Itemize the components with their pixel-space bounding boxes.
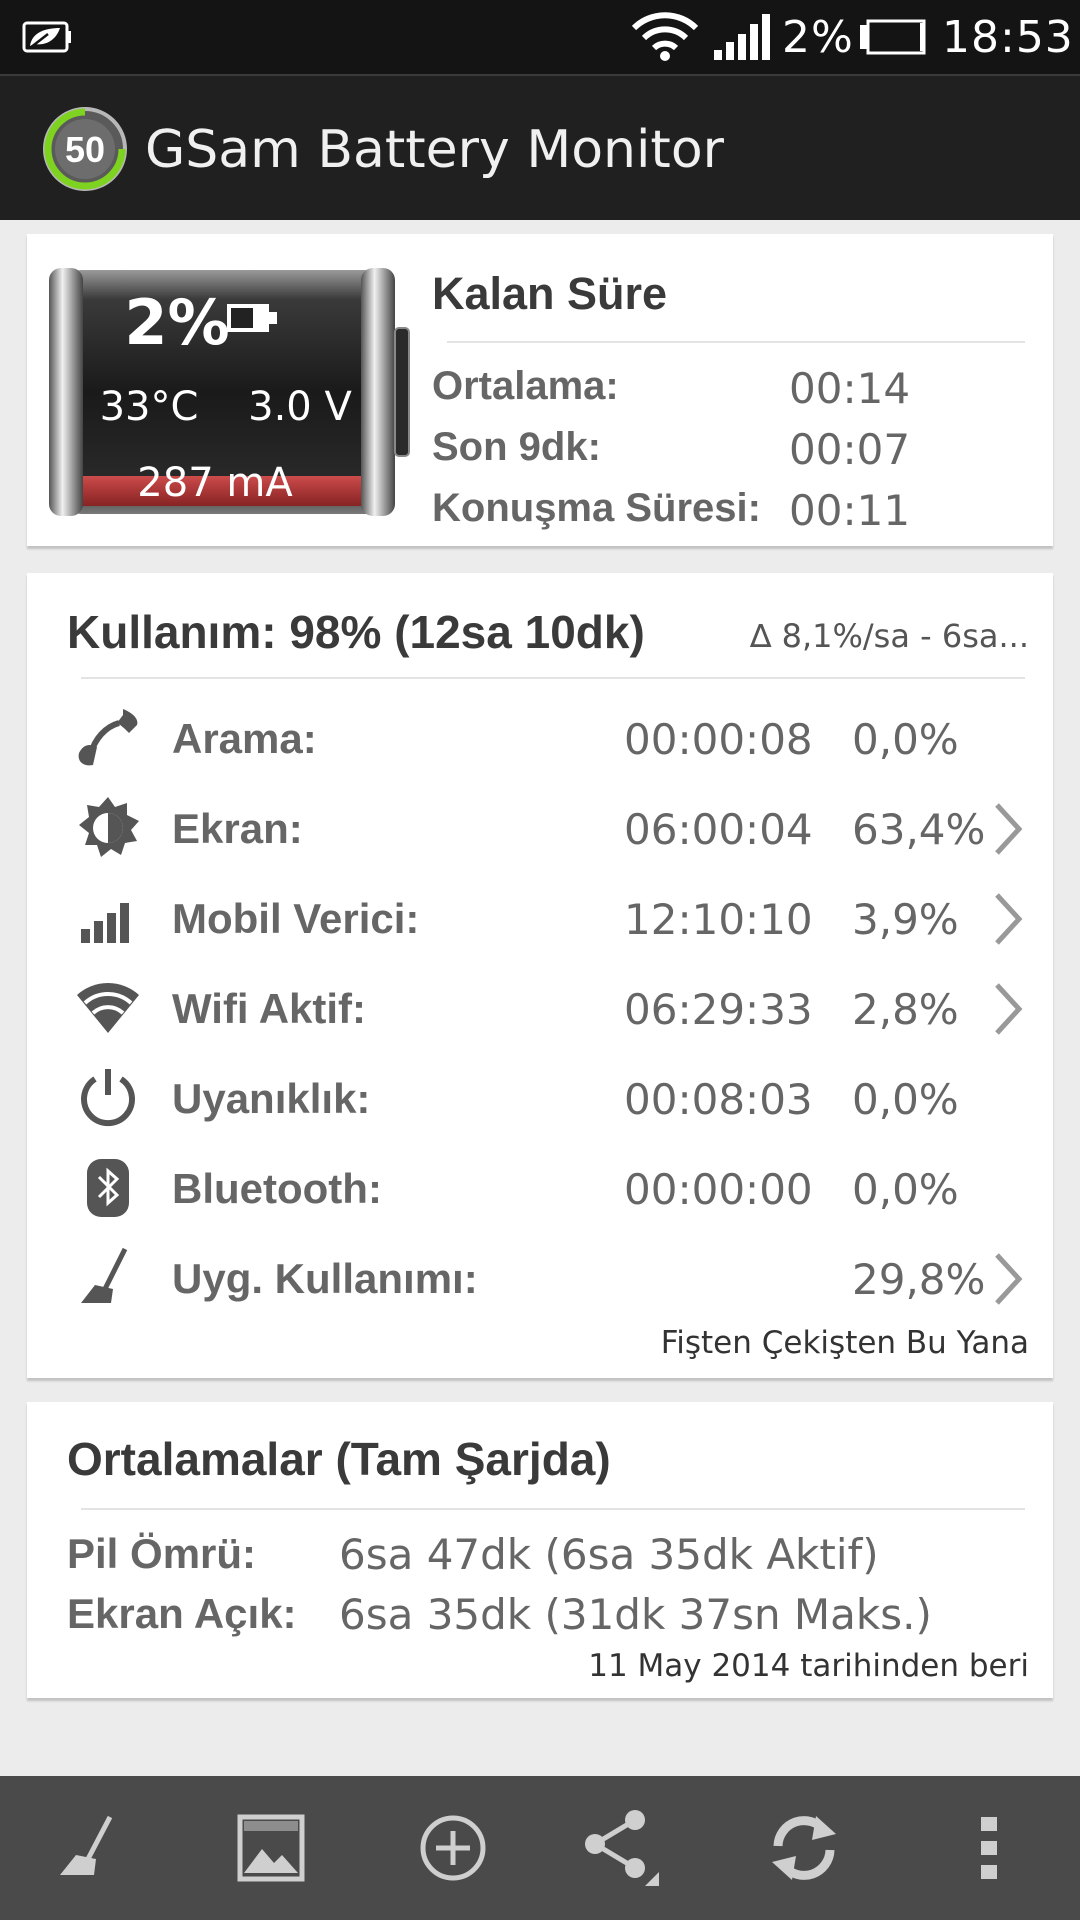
battery-temperature: 33°C — [99, 384, 199, 430]
battery-life-label: Pil Ömrü: — [67, 1530, 257, 1577]
broom-icon — [75, 1245, 141, 1311]
usage-percent: 29,8% — [852, 1255, 986, 1304]
bluetooth-icon — [75, 1155, 141, 1221]
usage-percent: 2,8% — [852, 985, 959, 1034]
usage-percent: 3,9% — [852, 895, 959, 944]
battery-percent: 2% — [124, 286, 230, 359]
bottom-action-bar — [0, 1776, 1080, 1920]
remaining-time-title: Kalan Süre — [432, 268, 668, 319]
remaining-talk-value: 00:11 — [789, 486, 911, 535]
usage-delta: ∆ 8,1%/sa - 6sa... — [750, 617, 1029, 655]
refresh-icon[interactable] — [715, 1776, 893, 1920]
divider — [81, 1508, 1025, 1510]
status-bar: 2% 18:53 — [0, 0, 1080, 74]
clock: 18:53 — [942, 11, 1074, 63]
chevron-right-icon[interactable] — [991, 1251, 1025, 1307]
broom-icon[interactable] — [0, 1776, 178, 1920]
usage-row-bluetooth[interactable]: Bluetooth: 00:00:00 0,0% — [27, 1143, 1053, 1233]
app-bar: 50 GSam Battery Monitor — [0, 74, 1080, 220]
remaining-average-value: 00:14 — [789, 364, 911, 413]
battery-status-card[interactable]: 2% 33°C 3.0 V 287 mA Kalan Süre Ortalama… — [27, 234, 1053, 546]
battery-graphic: 2% 33°C 3.0 V 287 mA — [45, 266, 415, 518]
overflow-menu-icon[interactable] — [900, 1776, 1078, 1920]
usage-row-wifi[interactable]: Wifi Aktif: 06:29:33 2,8% — [27, 963, 1053, 1053]
battery-icon — [858, 0, 928, 74]
usage-time: 12:10:10 — [624, 895, 813, 944]
share-icon[interactable] — [535, 1776, 713, 1920]
wifi-icon — [630, 0, 700, 74]
app-logo-number: 50 — [65, 129, 105, 170]
phone-icon — [75, 705, 141, 771]
usage-time: 00:00:00 — [624, 1165, 813, 1214]
usage-row-app-usage[interactable]: Uyg. Kullanımı: 29,8% — [27, 1233, 1053, 1323]
divider — [447, 341, 1025, 343]
brightness-icon — [75, 795, 141, 861]
usage-percent: 0,0% — [852, 715, 959, 764]
chevron-right-icon[interactable] — [991, 981, 1025, 1037]
usage-row-screen[interactable]: Ekran: 06:00:04 63,4% — [27, 783, 1053, 873]
usage-percent: 63,4% — [852, 805, 986, 854]
usage-card: Kullanım: 98% (12sa 10dk) ∆ 8,1%/sa - 6s… — [27, 573, 1053, 1378]
averages-card: Ortalamalar (Tam Şarjda) Pil Ömrü: 6sa 4… — [27, 1402, 1053, 1698]
screen-on-label: Ekran Açık: — [67, 1590, 297, 1637]
usage-label: Ekran: — [172, 805, 303, 852]
leaf-battery-icon — [22, 0, 72, 74]
usage-label: Wifi Aktif: — [172, 985, 367, 1032]
usage-time: 06:29:33 — [624, 985, 813, 1034]
chevron-right-icon[interactable] — [991, 891, 1025, 947]
usage-percent: 0,0% — [852, 1075, 959, 1124]
usage-time: 06:00:04 — [624, 805, 813, 854]
battery-percent-text: 2% — [782, 11, 854, 63]
remaining-last9-label: Son 9dk: — [432, 425, 601, 469]
battery-life-value: 6sa 47dk (6sa 35dk Aktif) — [339, 1530, 879, 1579]
usage-time: 00:00:08 — [624, 715, 813, 764]
image-icon[interactable] — [182, 1776, 360, 1920]
averages-title: Ortalamalar (Tam Şarjda) — [67, 1433, 611, 1485]
signal-icon — [712, 0, 772, 74]
chevron-right-icon[interactable] — [991, 801, 1025, 857]
power-icon — [75, 1065, 141, 1131]
remaining-talk-label: Konuşma Süresi: — [432, 486, 761, 530]
usage-label: Mobil Verici: — [172, 895, 420, 942]
signal-bars-icon — [75, 885, 141, 951]
add-icon[interactable] — [364, 1776, 542, 1920]
usage-label: Bluetooth: — [172, 1165, 382, 1212]
app-logo-icon[interactable]: 50 — [40, 104, 130, 194]
usage-label: Uyanıklık: — [172, 1075, 371, 1122]
battery-current: 287 mA — [137, 460, 293, 506]
battery-voltage: 3.0 V — [248, 384, 352, 430]
screen-on-value: 6sa 35dk (31dk 37sn Maks.) — [339, 1590, 932, 1639]
usage-label: Uyg. Kullanımı: — [172, 1255, 478, 1302]
remaining-average-label: Ortalama: — [432, 364, 619, 408]
usage-row-awake[interactable]: Uyanıklık: 00:08:03 0,0% — [27, 1053, 1053, 1143]
usage-percent: 0,0% — [852, 1165, 959, 1214]
remaining-last9-value: 00:07 — [789, 425, 911, 474]
usage-label: Arama: — [172, 715, 317, 762]
app-title: GSam Battery Monitor — [145, 120, 725, 180]
usage-row-mobile-radio[interactable]: Mobil Verici: 12:10:10 3,9% — [27, 873, 1053, 963]
usage-title: Kullanım: 98% (12sa 10dk) — [67, 606, 645, 658]
since-unplugged-note: Fişten Çekişten Bu Yana — [660, 1325, 1029, 1361]
usage-time: 00:08:03 — [624, 1075, 813, 1124]
divider — [81, 677, 1025, 679]
usage-row-call[interactable]: Arama: 00:00:08 0,0% — [27, 693, 1053, 783]
averages-since-date: 11 May 2014 tarihinden beri — [588, 1648, 1029, 1684]
wifi-icon — [75, 975, 141, 1041]
